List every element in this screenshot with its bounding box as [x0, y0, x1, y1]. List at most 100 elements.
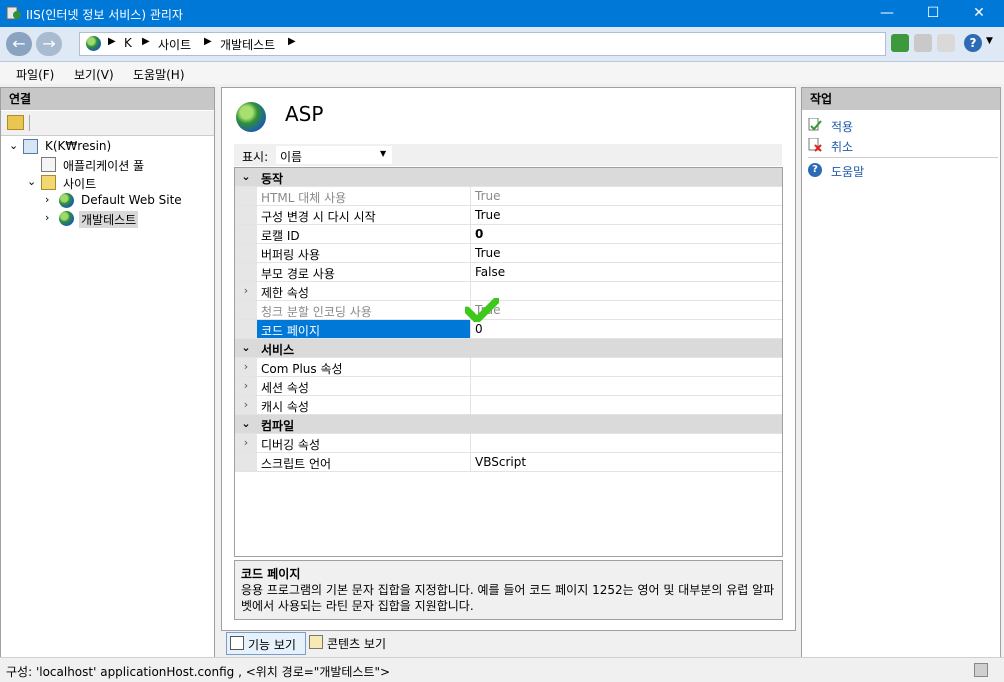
tree-node[interactable]: › 개발테스트 [1, 210, 214, 228]
back-arrow-icon[interactable]: ← [6, 32, 32, 56]
row-expander-icon[interactable]: › [235, 377, 257, 395]
property-value[interactable]: True [470, 244, 501, 262]
property-value[interactable] [470, 377, 475, 395]
tree-node-label: K(K₩resin) [45, 139, 112, 153]
breadcrumb-separator-icon[interactable]: ▶ [108, 36, 116, 47]
cancel-icon [808, 137, 822, 152]
row-expander-icon[interactable]: ⌄ [235, 168, 257, 186]
row-expander-icon[interactable]: › [235, 396, 257, 414]
row-expander-icon[interactable]: › [235, 358, 257, 376]
property-row[interactable]: 코드 페이지 0 [235, 320, 782, 339]
display-label: 표시: [242, 150, 269, 164]
property-row[interactable]: › 캐시 속성 [235, 396, 782, 415]
tree-node-label: 사이트 [63, 177, 97, 191]
app-pool-icon [41, 157, 56, 172]
site-globe-icon [59, 193, 74, 208]
property-row[interactable]: › 세션 속성 [235, 377, 782, 396]
address-breadcrumb[interactable]: ▶ K ▶ 사이트 ▶ 개발테스트 ▶ [79, 32, 886, 56]
property-value[interactable] [470, 396, 475, 414]
row-expander-icon[interactable]: › [235, 434, 257, 452]
help-action[interactable]: 도움말 [831, 163, 864, 180]
tree-node[interactable]: ⌄ K(K₩resin) [1, 138, 214, 156]
maximize-button[interactable]: ☐ [910, 0, 956, 27]
category-name: 서비스 [261, 343, 295, 357]
property-value[interactable]: True [470, 187, 501, 205]
checkmark-icon [465, 298, 499, 322]
menu-view[interactable]: 보기(V) [74, 66, 114, 83]
connections-header: 연결 [1, 88, 214, 110]
property-row[interactable]: 버퍼링 사용 True [235, 244, 782, 263]
category-row[interactable]: ⌄ 동작 [235, 168, 782, 187]
property-row[interactable]: HTML 대체 사용 True [235, 187, 782, 206]
tree-node-label: 애플리케이션 풀 [63, 159, 145, 173]
tab-features-view[interactable]: 기능 보기 [226, 632, 306, 655]
property-name: 세션 속성 [261, 381, 309, 395]
help-icon: ? [808, 163, 822, 177]
row-expander-icon[interactable]: › [235, 282, 257, 300]
property-value[interactable] [470, 434, 475, 452]
row-expander-icon[interactable]: ⌄ [235, 339, 257, 357]
add-connection-icon[interactable] [7, 115, 24, 130]
breadcrumb-separator-icon[interactable]: ▶ [142, 36, 150, 47]
stop-icon[interactable] [914, 34, 932, 52]
property-name: 스크립트 언어 [261, 457, 332, 471]
category-row[interactable]: ⌄ 컴파일 [235, 415, 782, 434]
breadcrumb-separator-icon[interactable]: ▶ [288, 36, 296, 47]
menu-help[interactable]: 도움말(H) [133, 66, 185, 83]
globe-icon [86, 36, 101, 51]
property-value[interactable] [470, 358, 475, 376]
breadcrumb-item-server[interactable]: K [124, 36, 132, 50]
home-icon[interactable] [937, 34, 955, 52]
property-row[interactable]: › Com Plus 속성 [235, 358, 782, 377]
category-row[interactable]: ⌄ 서비스 [235, 339, 782, 358]
row-gutter [235, 206, 257, 224]
property-row[interactable]: › 디버깅 속성 [235, 434, 782, 453]
tree-node-label: Default Web Site [81, 193, 182, 207]
chevron-down-icon[interactable]: ▼ [986, 36, 993, 46]
property-row[interactable]: 구성 변경 시 다시 시작 True [235, 206, 782, 225]
breadcrumb-item-sites[interactable]: 사이트 [158, 36, 191, 53]
tab-content-view[interactable]: 콘텐츠 보기 [308, 632, 398, 653]
property-value[interactable]: 0 [470, 320, 483, 338]
tree-expander-icon[interactable]: ⌄ [27, 175, 36, 188]
tree-node[interactable]: ⌄ 사이트 [1, 174, 214, 192]
tree-node[interactable]: 애플리케이션 풀 [1, 156, 214, 174]
description-box: 코드 페이지 응용 프로그램의 기본 문자 집합을 지정합니다. 예를 들어 코… [234, 560, 783, 620]
help-icon[interactable]: ? [964, 34, 982, 52]
tree-expander-icon[interactable]: › [45, 211, 49, 224]
display-select[interactable]: 이름 ▼ [276, 146, 392, 164]
property-name: 제한 속성 [261, 286, 309, 300]
minimize-button[interactable]: — [864, 0, 910, 27]
row-gutter [235, 225, 257, 243]
property-value[interactable]: True [470, 206, 501, 224]
status-bar: 구성: 'localhost' applicationHost.config ,… [0, 657, 1004, 682]
tree-expander-icon[interactable]: ⌄ [9, 139, 18, 152]
property-row[interactable]: › 제한 속성 [235, 282, 782, 301]
property-value[interactable]: VBScript [470, 453, 526, 471]
forward-arrow-icon[interactable]: → [36, 32, 62, 56]
row-expander-icon[interactable]: ⌄ [235, 415, 257, 433]
server-icon [23, 139, 38, 154]
breadcrumb-item-site[interactable]: 개발테스트 [220, 36, 275, 53]
description-text: 응용 프로그램의 기본 문자 집합을 지정합니다. 예를 들어 코드 페이지 1… [241, 583, 775, 613]
close-button[interactable]: ✕ [956, 0, 1002, 27]
menu-file[interactable]: 파일(F) [16, 66, 54, 83]
property-name: 캐시 속성 [261, 400, 309, 414]
row-gutter [235, 244, 257, 262]
property-value[interactable]: 0 [470, 225, 483, 243]
sites-folder-icon [41, 175, 56, 190]
tree-expander-icon[interactable]: › [45, 193, 49, 206]
apply-action[interactable]: 적용 [831, 118, 853, 135]
property-name: 로캘 ID [261, 229, 300, 243]
tab-content-label: 콘텐츠 보기 [327, 637, 387, 651]
tree-node[interactable]: › Default Web Site [1, 192, 214, 210]
breadcrumb-separator-icon[interactable]: ▶ [204, 36, 212, 47]
cancel-action[interactable]: 취소 [831, 138, 853, 155]
refresh-icon[interactable] [891, 34, 909, 52]
property-row[interactable]: 로캘 ID 0 [235, 225, 782, 244]
property-row[interactable]: 청크 분할 인코딩 사용 True [235, 301, 782, 320]
property-value[interactable]: False [470, 263, 505, 281]
property-row[interactable]: 스크립트 언어 VBScript [235, 453, 782, 472]
feature-title: ASP [285, 102, 324, 126]
property-row[interactable]: 부모 경로 사용 False [235, 263, 782, 282]
